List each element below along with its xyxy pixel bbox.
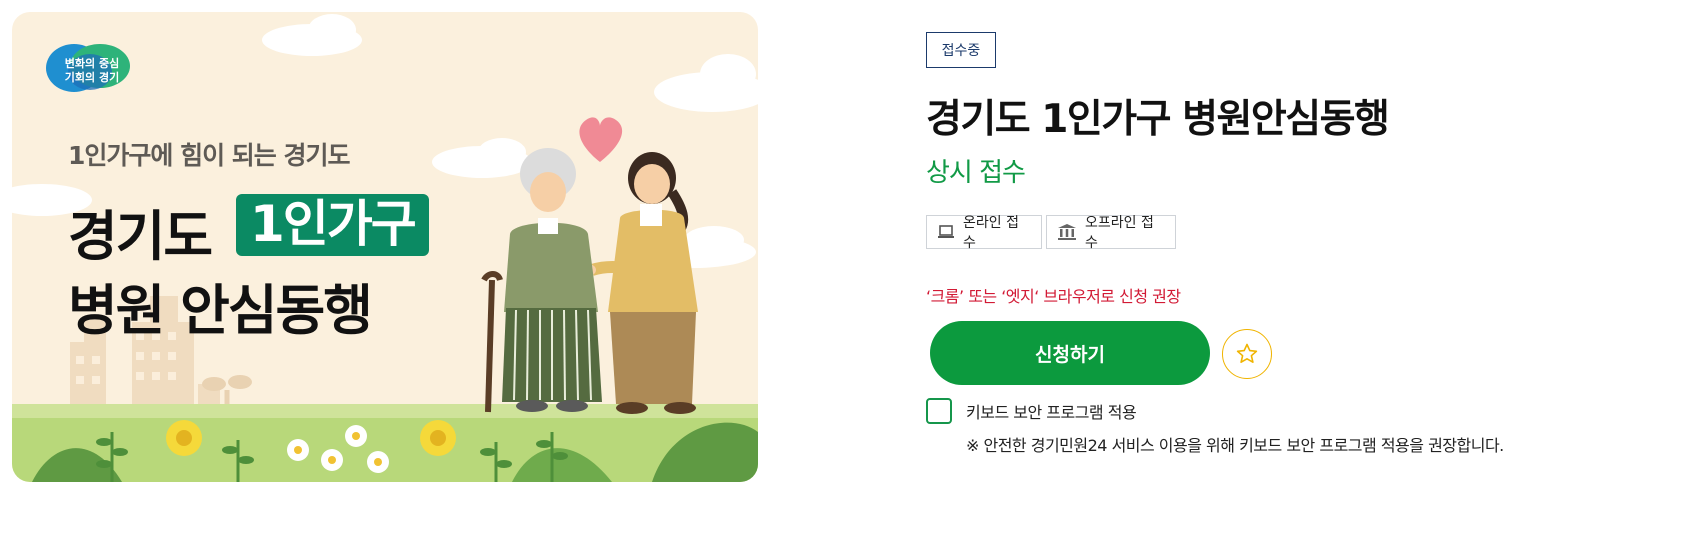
logo-line-1: 변화의 중심 bbox=[64, 57, 120, 70]
banner-title-highlight: 1인가구 bbox=[236, 194, 429, 256]
favorite-button[interactable] bbox=[1222, 329, 1272, 379]
method-online-chip: 온라인 접수 bbox=[926, 215, 1042, 251]
method-offline-label: 오프라인 접수 bbox=[1085, 215, 1154, 251]
banner-title-line-2: 병원 안심동행 bbox=[68, 279, 373, 342]
banner-image: 변화의 중심 기회의 경기 1인가구에 힘이 되는 경기도 경기도 1인가구 병… bbox=[12, 12, 758, 482]
keyboard-security-note: ※ 안전한 경기민원24 서비스 이용을 위해 키보드 보안 프로그램 적용을 … bbox=[966, 436, 1504, 455]
page-title: 경기도 1인가구 병원안심동행 bbox=[926, 97, 1390, 142]
method-online-label: 온라인 접수 bbox=[963, 215, 1019, 251]
banner-subtitle: 1인가구에 힘이 되는 경기도 bbox=[68, 141, 351, 170]
logo-line-2: 기회의 경기 bbox=[64, 71, 120, 84]
keyboard-security-label: 키보드 보안 프로그램 적용 bbox=[966, 403, 1137, 422]
status-badge: 접수중 bbox=[926, 32, 996, 68]
application-period: 상시 접수 bbox=[926, 158, 1026, 188]
star-icon bbox=[1236, 343, 1258, 363]
keyboard-security-checkbox[interactable] bbox=[926, 398, 952, 424]
laptop-icon bbox=[938, 225, 954, 238]
building-icon bbox=[1058, 224, 1076, 240]
apply-button[interactable]: 신청하기 bbox=[930, 321, 1210, 385]
method-offline-chip: 오프라인 접수 bbox=[1046, 215, 1176, 251]
browser-notice: ‘크롬’ 또는 ‘엣지‘ 브라우저로 신청 권장 bbox=[926, 287, 1181, 306]
banner-title-line-1: 경기도 bbox=[68, 205, 213, 268]
logo-text: 변화의 중심 기회의 경기 bbox=[52, 57, 132, 85]
